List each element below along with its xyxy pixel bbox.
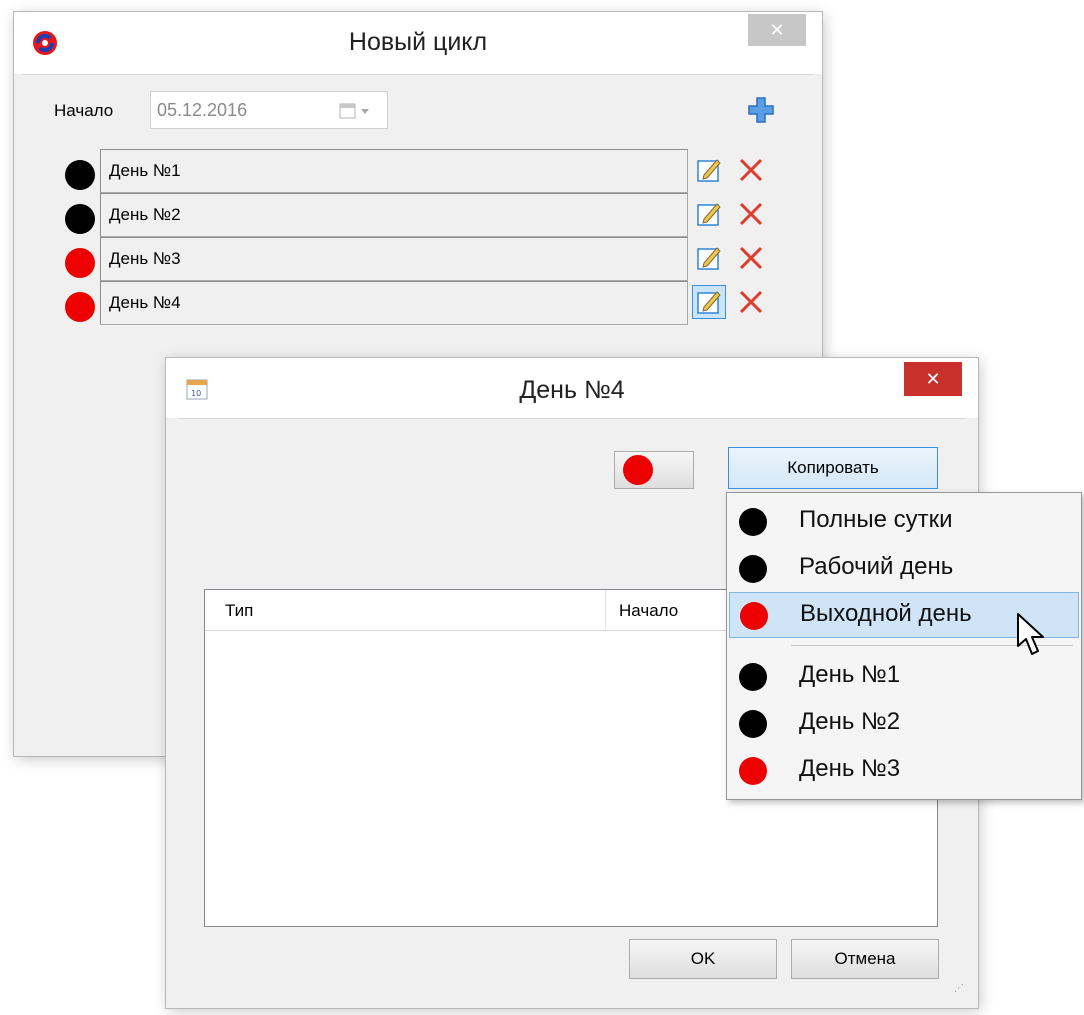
new-cycle-title: Новый цикл	[348, 28, 488, 56]
delete-icon	[739, 246, 763, 270]
menu-color-indicator	[739, 757, 767, 785]
day-dialog-titlebar: 10 День №4 ✕	[166, 358, 978, 418]
edit-day-button[interactable]	[694, 199, 724, 229]
column-header-type[interactable]: Тип	[225, 601, 253, 621]
start-date-value: 05.12.2016	[157, 100, 248, 120]
day-color-indicator	[65, 204, 95, 234]
delete-icon	[739, 202, 763, 226]
menu-item-full-day[interactable]: Полные сутки	[727, 498, 1081, 544]
column-header-start[interactable]: Начало	[619, 601, 678, 621]
edit-icon	[697, 159, 721, 182]
close-icon: ✕	[925, 368, 941, 389]
menu-item-label: Полные сутки	[799, 506, 953, 533]
menu-color-indicator	[740, 602, 768, 630]
menu-color-indicator	[739, 663, 767, 691]
color-picker-button[interactable]	[614, 451, 694, 489]
delete-day-button[interactable]	[736, 155, 766, 185]
menu-color-indicator	[739, 555, 767, 583]
edit-day-button[interactable]	[694, 155, 724, 185]
menu-item-day-2[interactable]: День №2	[727, 700, 1081, 746]
menu-item-label: Выходной день	[800, 600, 972, 627]
menu-item-label: Рабочий день	[799, 553, 954, 580]
menu-color-indicator	[739, 508, 767, 536]
start-date-picker[interactable]: 05.12.2016	[150, 91, 388, 129]
copy-button[interactable]: Копировать	[728, 447, 938, 489]
edit-icon	[697, 291, 721, 314]
delete-day-button[interactable]	[736, 287, 766, 317]
close-button[interactable]: ✕	[904, 362, 962, 396]
menu-item-workday[interactable]: Рабочий день	[727, 545, 1081, 591]
day-dialog-title: День №4	[519, 376, 625, 404]
edit-day-button[interactable]	[692, 285, 726, 319]
menu-item-label: День №1	[799, 661, 901, 688]
day-name-field[interactable]: День №4	[100, 281, 688, 325]
day-name-field[interactable]: День №3	[100, 237, 688, 281]
column-divider	[605, 590, 606, 630]
day-name-field[interactable]: День №1	[100, 149, 688, 193]
delete-icon	[739, 290, 763, 314]
edit-day-button[interactable]	[694, 243, 724, 273]
new-cycle-titlebar: Новый цикл ✕	[14, 12, 822, 74]
start-label: Начало	[54, 101, 114, 120]
day-color-indicator	[65, 160, 95, 190]
delete-day-button[interactable]	[736, 243, 766, 273]
menu-color-indicator	[739, 710, 767, 738]
resize-grip-icon[interactable]: ⋰	[954, 984, 964, 994]
menu-item-label: День №3	[799, 755, 901, 782]
edit-icon	[697, 247, 721, 270]
cancel-button[interactable]: Отмена	[791, 939, 939, 979]
plus-icon	[748, 97, 774, 123]
close-button[interactable]: ✕	[748, 14, 806, 46]
menu-item-label: День №2	[799, 708, 901, 735]
day-color-indicator	[65, 292, 95, 322]
day-color-indicator	[65, 248, 95, 278]
close-icon: ✕	[769, 19, 785, 40]
ok-button[interactable]: OK	[629, 939, 777, 979]
add-day-button[interactable]	[744, 93, 778, 127]
edit-icon	[697, 203, 721, 226]
calendar-dropdown-icon[interactable]	[339, 103, 375, 124]
day-name-field[interactable]: День №2	[100, 193, 688, 237]
menu-item-day-3[interactable]: День №3	[727, 747, 1081, 793]
delete-icon	[739, 158, 763, 182]
color-indicator	[623, 455, 653, 485]
delete-day-button[interactable]	[736, 199, 766, 229]
mouse-cursor-icon	[1016, 612, 1046, 663]
